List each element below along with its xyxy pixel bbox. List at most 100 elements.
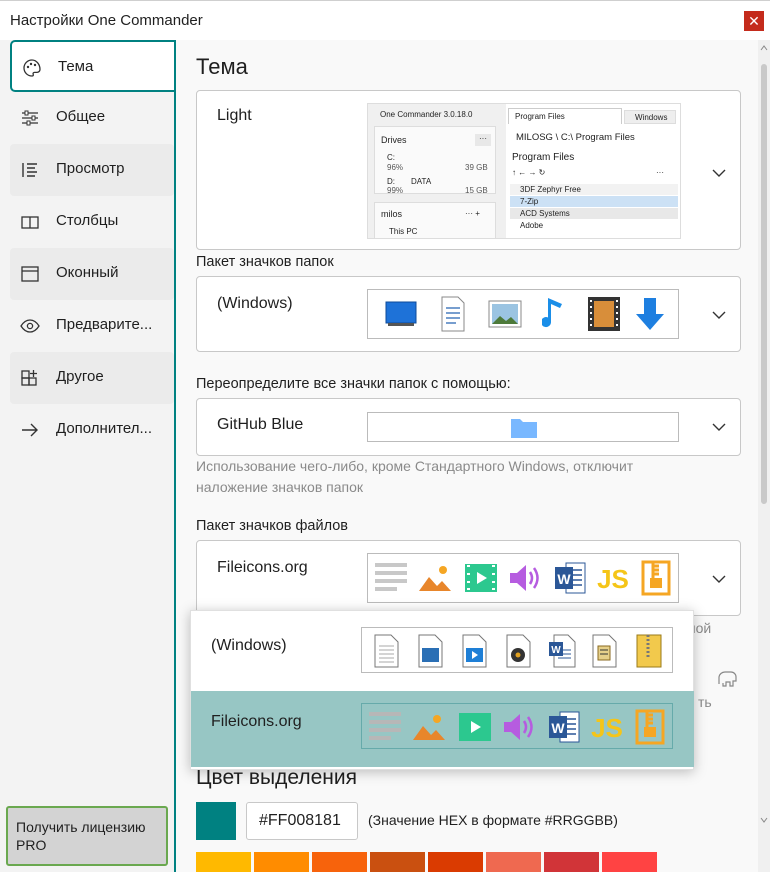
archive-file-icon: [641, 560, 671, 596]
file-pack-select[interactable]: Fileicons.org W JS: [196, 540, 741, 616]
override-select[interactable]: GitHub Blue: [196, 398, 741, 456]
downloads-icon: [636, 298, 664, 330]
video-file-icon: [462, 634, 487, 668]
window-title: Настройки One Commander: [10, 12, 203, 29]
word-file-icon: W: [555, 562, 586, 594]
sidebar-item-label: Тема: [58, 58, 94, 75]
chevron-down-icon: [712, 575, 726, 583]
svg-text:W: W: [551, 645, 561, 656]
columns-icon: [21, 216, 39, 229]
sidebar-item-label: Другое: [56, 368, 104, 385]
preview-drives-header: Drives: [381, 135, 407, 145]
override-preview: [367, 412, 679, 442]
sidebar-item-general[interactable]: Общее: [10, 92, 174, 144]
folder-pack-value: (Windows): [217, 295, 293, 312]
sidebar-item-view[interactable]: Просмотр: [10, 144, 174, 196]
music-icon: [542, 298, 562, 328]
sliders-icon: [22, 110, 38, 126]
sidebar-item-label: Оконный: [56, 264, 119, 281]
sidebar-item-theme[interactable]: Тема: [10, 40, 174, 92]
option-label: (Windows): [211, 637, 287, 654]
sidebar-item-columns[interactable]: Столбцы: [10, 196, 174, 248]
palette-swatch[interactable]: [428, 852, 483, 872]
sidebar-item-advanced[interactable]: Дополнител...: [10, 404, 174, 456]
scrollbar-thumb[interactable]: [761, 64, 767, 504]
preview-file-row: 3DF Zephyr Free: [510, 184, 678, 195]
palette-swatch[interactable]: [602, 852, 657, 872]
apps-add-icon: [21, 370, 37, 386]
title-bar: Настройки One Commander ✕: [0, 0, 770, 40]
sidebar-item-other[interactable]: Другое: [10, 352, 174, 404]
dropdown-option-fileicons[interactable]: Fileicons.org W JS: [191, 691, 694, 767]
palette-swatch[interactable]: [196, 852, 251, 872]
page-title: Тема: [196, 54, 248, 79]
palette-swatch[interactable]: [312, 852, 367, 872]
preview-drive-c: C:: [387, 153, 395, 162]
sidebar-item-label: Предварите...: [56, 316, 153, 333]
partial-hint-2: ть: [698, 694, 712, 710]
word-file-icon: W: [549, 711, 580, 743]
vertical-scrollbar[interactable]: [758, 40, 770, 872]
audio-file-icon: [506, 634, 531, 668]
sidebar-item-window[interactable]: Оконный: [10, 248, 174, 300]
preview-nav-arrows: ↑ ← → ↻: [512, 168, 546, 177]
image-file-icon: [419, 566, 451, 591]
palette-swatch[interactable]: [544, 852, 599, 872]
dropdown-option-windows[interactable]: (Windows) W: [191, 615, 694, 691]
videos-icon: [588, 297, 620, 331]
text-file-icon: [375, 563, 407, 591]
image-file-icon: [413, 715, 445, 740]
svg-text:JS: JS: [597, 564, 629, 594]
image-file-icon: [418, 634, 443, 668]
windows-pack-icons: W: [361, 627, 673, 673]
preview-file-row: Adobe: [520, 221, 544, 230]
override-hint: Использование чего-либо, кроме Стандартн…: [196, 458, 634, 495]
folder-pack-select[interactable]: (Windows): [196, 276, 741, 352]
file-pack-value: Fileicons.org: [217, 559, 308, 576]
svg-text:W: W: [557, 571, 571, 587]
folder-icon: [511, 419, 537, 438]
scroll-down-icon[interactable]: [760, 816, 768, 824]
script-file-icon: [592, 634, 617, 668]
archive-file-icon: [636, 634, 662, 668]
override-label: Переопределите все значки папок с помощь…: [196, 376, 511, 392]
folder-pack-icons: [367, 289, 679, 339]
desktop-icon: [385, 301, 417, 326]
sidebar-item-label: Просмотр: [56, 160, 125, 177]
get-license-button[interactable]: Получить лицензию PRO: [6, 806, 168, 866]
preview-drive-d-free: 15 GB: [465, 186, 488, 195]
preview-tab-program-files: Program Files: [508, 108, 622, 124]
preview-folder-title: Program Files: [512, 152, 575, 163]
preview-drive-d-name: DATA: [411, 177, 432, 186]
elephant-icon: [718, 671, 737, 687]
override-value: GitHub Blue: [217, 416, 304, 433]
pictures-icon: [488, 300, 522, 328]
palette-swatch[interactable]: [254, 852, 309, 872]
scroll-up-icon[interactable]: [760, 44, 768, 52]
palette-swatch[interactable]: [370, 852, 425, 872]
preview-path: MILOSG \ C:\ Program Files: [516, 132, 635, 143]
word-file-icon: W: [549, 634, 576, 668]
preview-tab-windows: Windows: [624, 110, 676, 124]
arrow-right-icon: [22, 423, 38, 437]
document-icon: [441, 296, 465, 332]
file-pack-label: Пакет значков файлов: [196, 518, 348, 534]
text-file-icon: [369, 712, 401, 740]
palette-swatch[interactable]: [486, 852, 541, 872]
theme-preview: One Commander 3.0.18.0 Drives ··· C: 96%…: [367, 103, 681, 239]
theme-select[interactable]: Light One Commander 3.0.18.0 Drives ··· …: [196, 90, 741, 250]
js-file-icon: JS: [597, 564, 629, 594]
close-button[interactable]: ✕: [744, 11, 764, 31]
text-file-icon: [374, 634, 399, 668]
svg-text:JS: JS: [591, 713, 623, 743]
preview-drive-c-free: 39 GB: [465, 163, 488, 172]
preview-this-pc: This PC: [389, 227, 418, 236]
hex-color-input[interactable]: #FF008181: [246, 802, 358, 840]
current-color-swatch[interactable]: [196, 802, 236, 840]
hex-hint: (Значение HEX в формате #RRGGBB): [368, 812, 618, 828]
file-pack-icons: W JS: [367, 553, 679, 603]
preview-file-row: 7-Zip: [510, 196, 678, 207]
sidebar: Тема Общее Просмотр Столбцы Оконный Пред…: [0, 40, 176, 872]
sidebar-item-preview[interactable]: Предварите...: [10, 300, 174, 352]
audio-file-icon: [510, 565, 539, 591]
